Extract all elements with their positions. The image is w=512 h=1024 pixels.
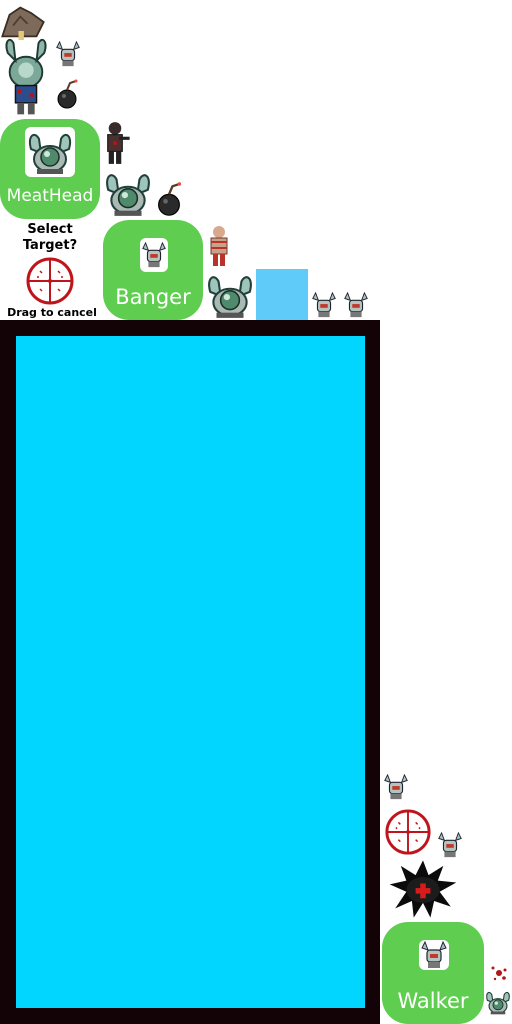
bomber-sprite[interactable] [154, 180, 184, 218]
zombie-brute-sprite[interactable] [2, 30, 50, 120]
walker-unit-button[interactable]: Walker [382, 922, 484, 1024]
zombie-small-sprite[interactable] [54, 40, 82, 68]
zombie-orb-icon [25, 129, 75, 175]
zombie-small-sprite[interactable] [342, 290, 370, 320]
bomber-sprite[interactable] [54, 72, 80, 116]
banger-unit-button[interactable]: Banger [103, 220, 203, 320]
zombie-small-sprite[interactable] [382, 770, 410, 804]
banger-label: Banger [115, 285, 191, 309]
select-target-prompt: Select Target? [22, 222, 78, 253]
meathead-unit-button[interactable]: MeatHead [0, 119, 100, 219]
crosshair-icon[interactable] [25, 256, 75, 306]
crosshair-icon[interactable] [384, 808, 432, 856]
drag-to-cancel-hint: Drag to cancel [7, 306, 97, 319]
zombie-orb-sprite[interactable] [484, 984, 512, 1020]
zombie-small-sprite[interactable] [310, 290, 338, 320]
walker-thumbnail [419, 940, 449, 970]
explosion-crater-icon [386, 856, 460, 922]
banger-thumbnail [140, 238, 168, 272]
zombie-orb-sprite[interactable] [102, 168, 154, 218]
empty-slot[interactable] [256, 269, 308, 321]
blood-splatter-icon [491, 966, 507, 981]
zombie-orb-sprite[interactable] [204, 270, 256, 320]
soldier-dark-sprite[interactable] [100, 120, 130, 166]
zombie-small-icon [140, 240, 168, 270]
soldier-red-sprite[interactable] [204, 224, 234, 268]
walker-label: Walker [397, 989, 469, 1013]
meathead-thumbnail [25, 127, 75, 177]
meathead-label: MeatHead [6, 186, 94, 206]
game-board-frame [0, 320, 380, 1024]
zombie-small-icon [419, 940, 449, 970]
game-board-field[interactable] [16, 336, 365, 1008]
